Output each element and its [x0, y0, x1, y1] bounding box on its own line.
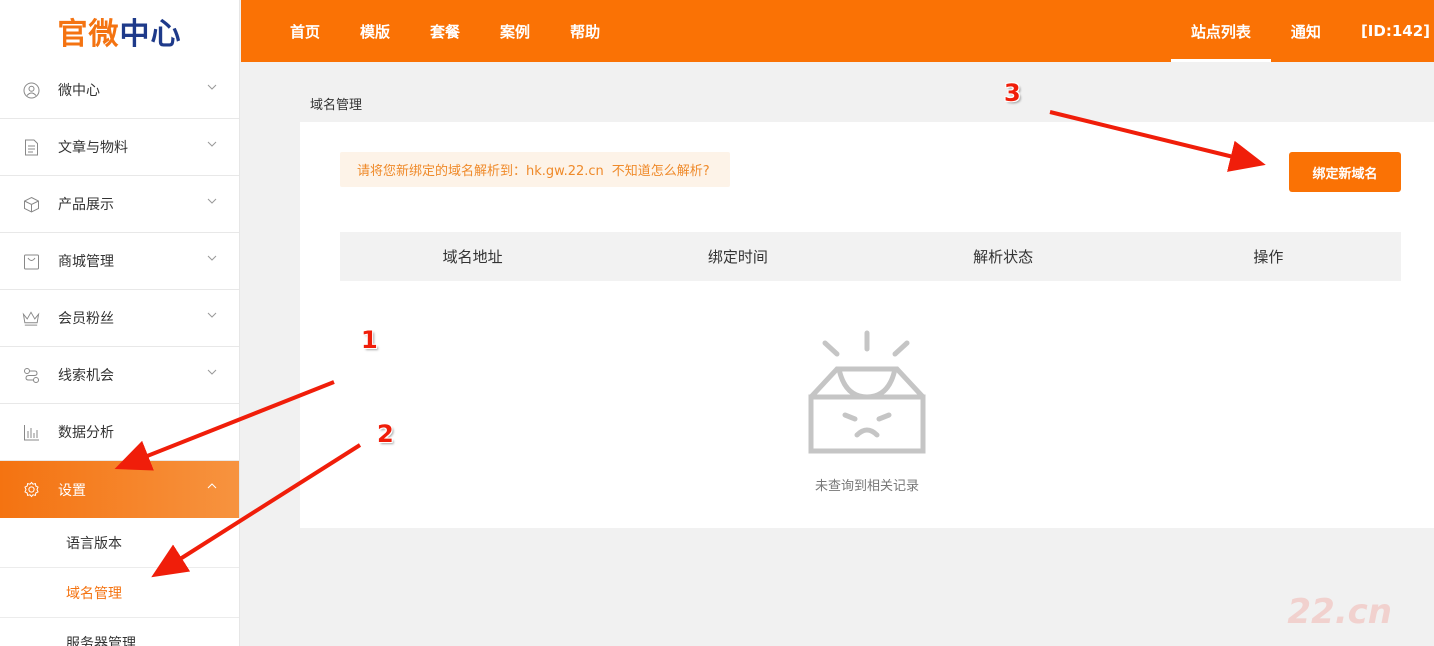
chevron-down-icon — [207, 312, 217, 318]
sidebar-item-settings[interactable]: 设置 — [0, 461, 239, 518]
chevron-down-icon — [207, 84, 217, 90]
sidebar: 官微 中心 微中心 文章与物料 产品展示 商城管理 会员粉丝 线索机会 数据分析… — [0, 0, 240, 646]
sidebar-item-mall[interactable]: 商城管理 — [0, 233, 239, 290]
empty-state: 未查询到相关记录 — [300, 327, 1434, 494]
sidebar-item-label: 线索机会 — [58, 368, 114, 384]
route-icon — [22, 366, 40, 384]
sidebar-item-products[interactable]: 产品展示 — [0, 176, 239, 233]
account-id[interactable]: [ID:142] — [1341, 0, 1434, 62]
chevron-up-icon — [207, 483, 217, 489]
top-nav-cases[interactable]: 案例 — [500, 21, 530, 42]
sidebar-subitem-server[interactable]: 服务器管理 — [0, 618, 239, 646]
box-icon — [22, 195, 40, 213]
watermark: 22.cn — [1287, 592, 1392, 632]
shopping-bag-icon — [22, 252, 40, 270]
bind-new-domain-button[interactable]: 绑定新域名 — [1289, 152, 1401, 192]
empty-box-icon — [808, 330, 926, 454]
sidebar-item-label: 设置 — [58, 482, 86, 499]
sidebar-item-members[interactable]: 会员粉丝 — [0, 290, 239, 347]
top-nav-home[interactable]: 首页 — [290, 21, 320, 42]
top-nav-templates[interactable]: 模版 — [360, 21, 390, 42]
annotation-number-2: 2 — [377, 420, 394, 448]
document-icon — [22, 138, 40, 156]
column-header-dns-status: 解析状态 — [973, 248, 1034, 266]
sidebar-item-articles[interactable]: 文章与物料 — [0, 119, 239, 176]
column-header-bind-time: 绑定时间 — [707, 248, 768, 266]
sidebar-item-analytics[interactable]: 数据分析 — [0, 404, 239, 461]
crown-icon — [22, 309, 40, 327]
dns-notice-text: 请将您新绑定的域名解析到：hk.gw.22.cn — [357, 164, 604, 179]
top-nav-right: 站点列表 通知 [ID:142] — [1170, 0, 1434, 62]
top-nav-bar: 首页 模版 套餐 案例 帮助 站点列表 通知 [ID:142] — [241, 0, 1434, 62]
sidebar-item-micro-center[interactable]: 微中心 — [0, 62, 239, 119]
top-nav-menu: 首页 模版 套餐 案例 帮助 — [241, 21, 640, 42]
empty-state-text: 未查询到相关记录 — [814, 479, 919, 494]
sidebar-item-label: 会员粉丝 — [58, 311, 114, 327]
sidebar-subitem-language[interactable]: 语言版本 — [0, 518, 239, 568]
breadcrumb: 域名管理 — [310, 98, 363, 113]
domain-panel: 请将您新绑定的域名解析到：hk.gw.22.cn 不知道怎么解析? 绑定新域名 … — [300, 122, 1434, 528]
top-nav-site-list[interactable]: 站点列表 — [1170, 0, 1271, 62]
sidebar-item-label: 微中心 — [58, 83, 100, 99]
sidebar-item-label: 文章与物料 — [58, 140, 128, 156]
sidebar-item-leads[interactable]: 线索机会 — [0, 347, 239, 404]
top-nav-help[interactable]: 帮助 — [570, 21, 600, 42]
dns-notice: 请将您新绑定的域名解析到：hk.gw.22.cn 不知道怎么解析? — [340, 152, 730, 187]
table-header: 域名地址 绑定时间 解析状态 操作 — [340, 232, 1401, 281]
annotation-number-3: 3 — [1004, 79, 1021, 107]
user-circle-icon — [22, 81, 40, 99]
bar-chart-icon — [22, 423, 40, 441]
column-header-domain: 域名地址 — [442, 248, 503, 266]
gear-icon — [22, 481, 40, 499]
sidebar-subitem-domain[interactable]: 域名管理 — [0, 568, 239, 618]
chevron-down-icon — [207, 198, 217, 204]
column-header-actions: 操作 — [1253, 248, 1284, 266]
dns-help-link[interactable]: 不知道怎么解析? — [612, 160, 710, 179]
logo-part-2: 中心 — [119, 17, 182, 52]
sidebar-item-label: 商城管理 — [58, 254, 114, 270]
chevron-down-icon — [207, 255, 217, 261]
logo-part-1: 官微 — [57, 17, 120, 52]
chevron-down-icon — [207, 369, 217, 375]
sidebar-item-label: 数据分析 — [58, 425, 114, 441]
logo[interactable]: 官微 中心 — [0, 0, 239, 62]
annotation-number-1: 1 — [361, 326, 378, 354]
sidebar-item-label: 产品展示 — [58, 197, 114, 213]
top-nav-packages[interactable]: 套餐 — [430, 21, 460, 42]
chevron-down-icon — [207, 141, 217, 147]
top-nav-notifications[interactable]: 通知 — [1271, 0, 1341, 62]
